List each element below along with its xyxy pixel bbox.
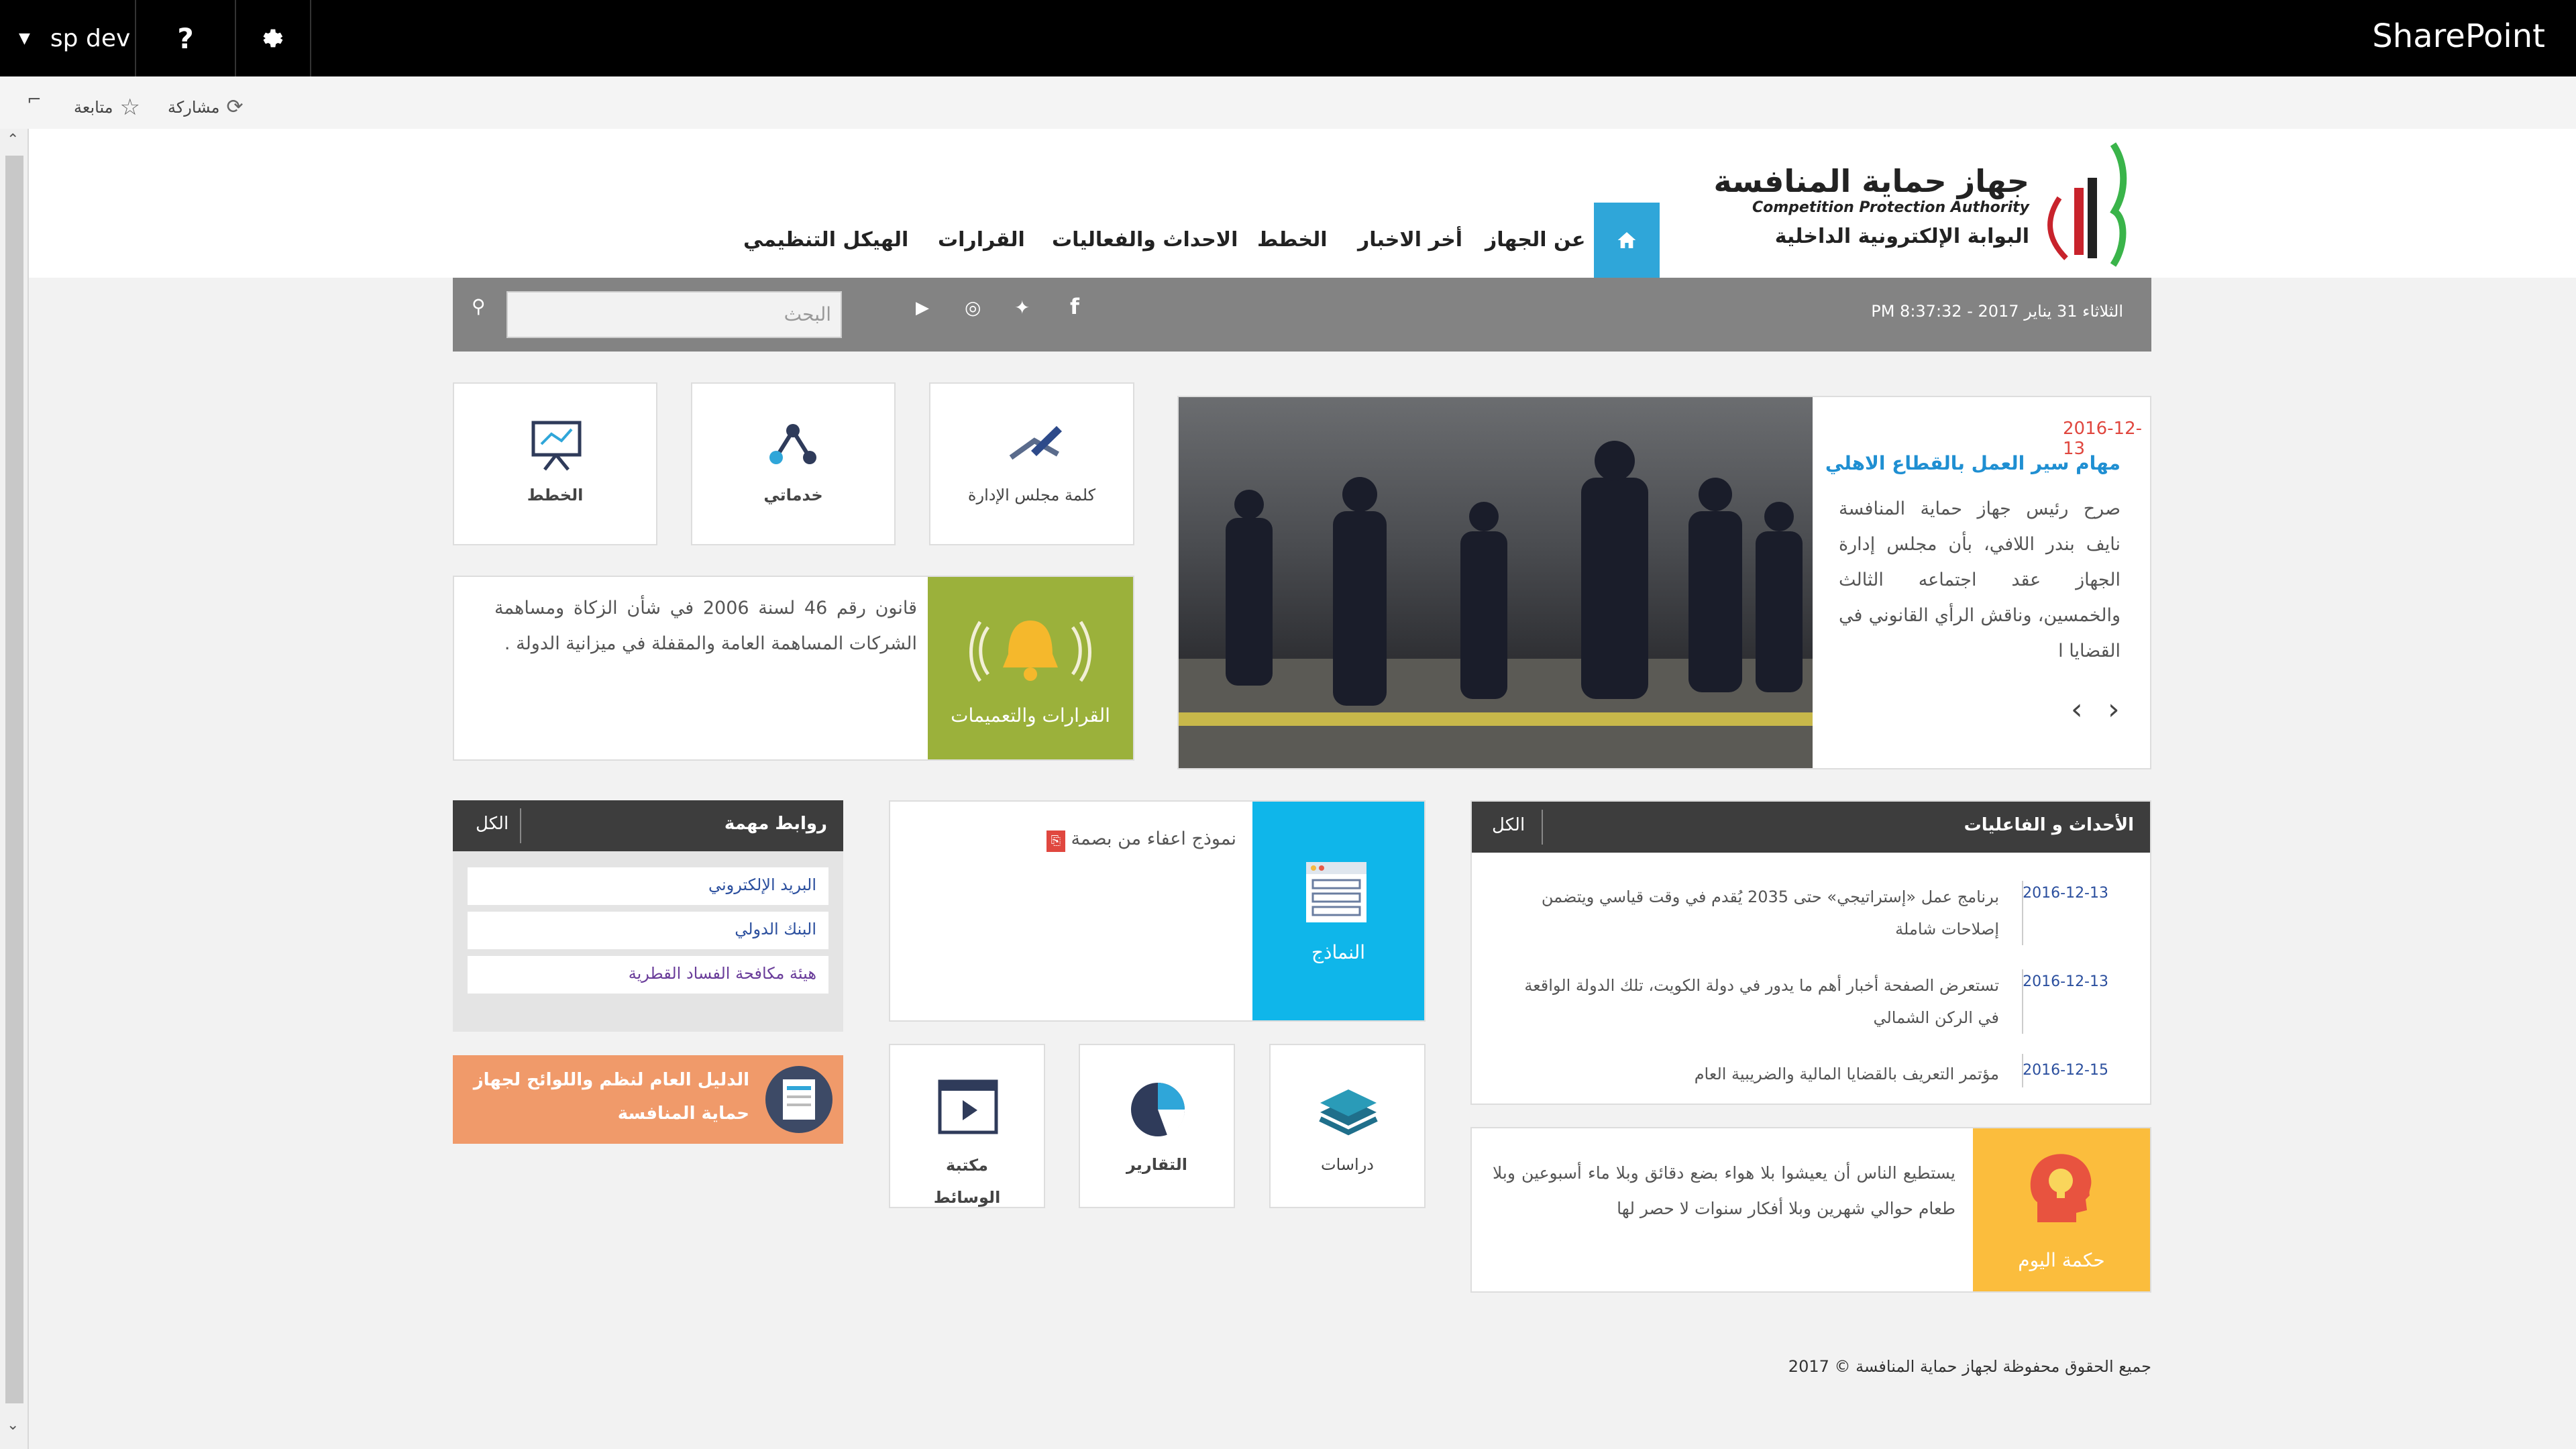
help-button[interactable]: ?	[136, 0, 236, 76]
pie-chart-icon	[1131, 1083, 1185, 1136]
site-name: sp dev	[50, 24, 131, 52]
scroll-thumb[interactable]	[5, 156, 23, 1403]
bell-icon	[969, 621, 1091, 682]
form-document-icon	[1306, 862, 1366, 922]
tile-my-services[interactable]: خدماتي	[691, 382, 896, 545]
news-body: صرح رئيس جهاز حماية المنافسة نايف بندر ا…	[1839, 498, 2121, 661]
wisdom-panel: حكمة اليوم يستطيع الناس أن يعيشوا بلا هو…	[1470, 1127, 2151, 1293]
link-world-bank[interactable]: البنك الدولي	[468, 912, 828, 949]
news-image[interactable]	[1179, 397, 1813, 768]
logo-emblem-icon	[2047, 142, 2127, 267]
head-lightbulb-icon	[2030, 1154, 2092, 1222]
date-time: الثلاثاء 31 يناير 2017 - 8:37:32 PM	[1871, 302, 2123, 321]
event-divider	[2022, 881, 2023, 945]
header-area	[29, 129, 2576, 278]
event-divider	[2022, 1054, 2023, 1087]
tile-board-word[interactable]: كلمة مجلس الإدارة	[929, 382, 1134, 545]
next-arrow-icon[interactable]: ›	[2108, 692, 2120, 727]
links-title: روابط مهمة	[724, 814, 827, 834]
footer-copyright: جميع الحقوق محفوظة لجهاز حماية المنافسة …	[1788, 1357, 2151, 1376]
share-button[interactable]: مشاركة ⟳	[168, 95, 244, 119]
nav-home[interactable]	[1594, 203, 1660, 278]
scroll-up-icon[interactable]: ⌃	[7, 131, 19, 148]
form-item-link[interactable]: نموذج اعفاء من بصمة ⎘	[1042, 828, 1236, 852]
instagram-icon[interactable]: ◎	[965, 297, 981, 319]
decisions-text[interactable]: قانون رقم 46 لسنة 2006 في شأن الزكاة ومس…	[494, 590, 917, 661]
share-icon: ⟳	[226, 95, 244, 119]
link-email[interactable]: البريد الإلكتروني	[468, 867, 828, 905]
prev-arrow-icon[interactable]: ‹	[2071, 692, 2083, 727]
wisdom-text: يستطيع الناس أن يعيشوا بلا هواء بضع دقائ…	[1493, 1163, 1955, 1218]
event-divider	[2022, 969, 2023, 1034]
pdf-icon: ⎘	[1046, 830, 1065, 852]
guide-banner[interactable]: الدليل العام لنظم واللوائح لجهاز حماية ا…	[453, 1055, 843, 1144]
guide-text: الدليل العام لنظم واللوائح لجهاز حماية ا…	[473, 1070, 749, 1124]
site-switcher[interactable]: ▼ sp dev	[0, 0, 136, 76]
gear-icon	[263, 29, 283, 48]
logo[interactable]: جهاز حماية المنافسة Competition Protecti…	[1714, 142, 2140, 267]
network-icon	[769, 424, 816, 464]
home-icon	[1617, 232, 1636, 248]
tile-media-library[interactable]: مكتبة الوسائط	[889, 1044, 1045, 1208]
follow-label: متابعة	[74, 98, 113, 117]
wisdom-tile[interactable]: حكمة اليوم	[1973, 1128, 2150, 1291]
header-divider	[520, 808, 521, 843]
search-button[interactable]: ⚲	[472, 295, 486, 317]
info-bar: ⚲ البحث ▶ ◎ ✦ f الثلاثاء 31 يناير 2017 -…	[453, 278, 2151, 352]
links-panel: روابط مهمة الكل البريد الإلكتروني البنك …	[453, 800, 843, 1032]
decisions-panel[interactable]: القرارات والتعميمات قانون رقم 46 لسنة 20…	[453, 576, 1134, 761]
facebook-icon[interactable]: f	[1070, 294, 1079, 319]
pen-icon	[1009, 426, 1062, 460]
links-all-link[interactable]: الكل	[476, 814, 508, 834]
header-divider	[1542, 810, 1543, 845]
caret-down-icon: ▼	[19, 30, 30, 47]
sharepoint-brand[interactable]: SharePoint	[2372, 17, 2545, 55]
events-header: الأحداث و الفاعليات الكل	[1472, 802, 2150, 853]
scroll-down-icon[interactable]: ⌄	[7, 1417, 19, 1434]
share-label: مشاركة	[168, 97, 220, 117]
youtube-icon[interactable]: ▶	[916, 298, 929, 318]
links-header: روابط مهمة الكل	[453, 800, 843, 851]
twitter-icon[interactable]: ✦	[1014, 297, 1030, 319]
tile-reports[interactable]: التقارير	[1079, 1044, 1235, 1208]
events-panel: الأحداث و الفاعليات الكل 2016-12-13 برنا…	[1470, 800, 2151, 1105]
suite-bar: ▼ sp dev ? SharePoint	[0, 0, 2576, 76]
tile-studies[interactable]: دراسات	[1269, 1044, 1426, 1208]
search-input[interactable]: البحث	[506, 291, 842, 338]
logo-portal-title: البوابة الإلكترونية الداخلية	[1774, 225, 2029, 248]
presentation-board-icon	[531, 421, 582, 471]
nav-decisions[interactable]: القرارات	[938, 228, 1025, 252]
nav-org-structure[interactable]: الهيكل التنظيمي	[743, 228, 908, 252]
forms-tile[interactable]: النماذج	[1252, 802, 1424, 1020]
events-all-link[interactable]: الكل	[1492, 815, 1525, 835]
vertical-scrollbar[interactable]: ⌃ ⌄	[0, 129, 29, 1449]
logo-arabic-name: جهاز حماية المنافسة	[1713, 163, 2030, 199]
books-icon	[1319, 1089, 1378, 1136]
focus-icon[interactable]: ⌐	[27, 90, 42, 110]
nav-latest-news[interactable]: أخر الاخبار	[1358, 228, 1462, 252]
star-icon: ☆	[119, 94, 141, 121]
nav-events[interactable]: الاحداث والفعاليات	[1052, 228, 1238, 252]
video-player-icon	[938, 1079, 998, 1134]
link-anticorruption[interactable]: هيئة مكافحة الفساد القطرية	[468, 956, 828, 994]
events-title: الأحداث و الفاعليات	[1964, 815, 2134, 835]
logo-english-name: Competition Protection Authority	[1752, 199, 2029, 216]
forms-panel: النماذج نموذج اعفاء من بصمة ⎘	[889, 800, 1426, 1022]
follow-button[interactable]: متابعة ☆	[74, 94, 140, 121]
nav-plans[interactable]: الخطط	[1257, 228, 1328, 252]
tile-plans[interactable]: الخطط	[453, 382, 657, 545]
document-icon	[765, 1066, 833, 1133]
settings-button[interactable]	[236, 0, 311, 76]
news-slider[interactable]: 2016-12-13 مهام سير العمل بالقطاع الاهلي…	[1177, 396, 2151, 769]
form-item-label: نموذج اعفاء من بصمة	[1071, 828, 1237, 849]
news-title[interactable]: مهام سير العمل بالقطاع الاهلي	[1825, 452, 2121, 474]
nav-about[interactable]: عن الجهاز	[1485, 228, 1585, 252]
ribbon: ⌐ مشاركة ⟳ متابعة ☆	[0, 76, 2576, 129]
decisions-tile[interactable]: القرارات والتعميمات	[928, 577, 1133, 759]
